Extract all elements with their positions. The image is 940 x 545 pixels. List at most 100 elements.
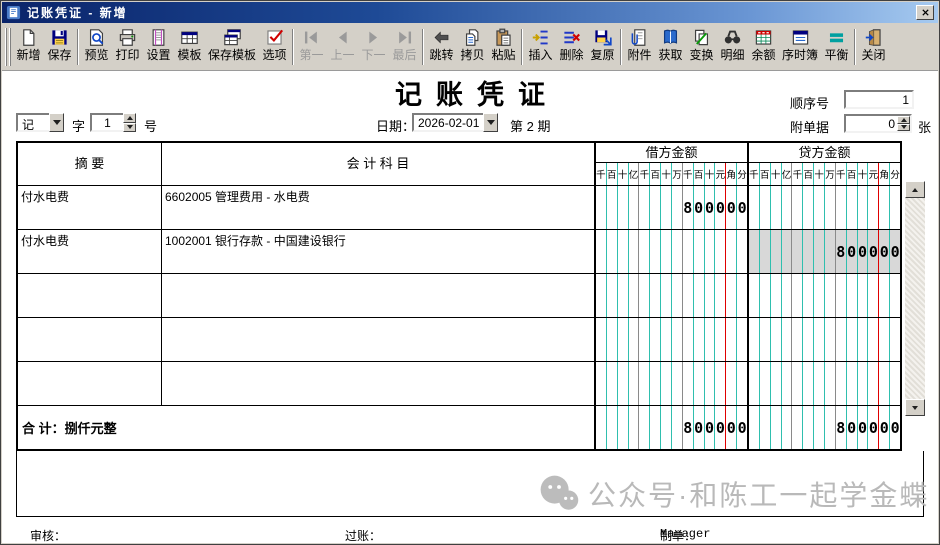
vertical-scrollbar[interactable] xyxy=(905,181,925,416)
digit-cell xyxy=(618,186,629,229)
spin-up-button[interactable] xyxy=(123,113,136,123)
account-cell[interactable]: 1002001 银行存款 - 中国建设银行 xyxy=(162,230,596,273)
summary-cell[interactable] xyxy=(18,362,162,405)
close-button[interactable] xyxy=(916,5,934,20)
digit-cell xyxy=(749,274,760,317)
toolbar-button-label: 粘贴 xyxy=(492,48,516,62)
amount-grid xyxy=(749,318,900,361)
toolbar-button-balance-check[interactable]: 平衡 xyxy=(821,25,852,69)
digit-cell xyxy=(858,362,869,405)
account-cell[interactable]: 6602005 管理费用 - 水电费 xyxy=(162,186,596,229)
digit-cell xyxy=(737,318,747,361)
credit-amount-cell[interactable] xyxy=(749,274,900,317)
digit-cell xyxy=(879,318,890,361)
toolbar-button-transform[interactable]: 变换 xyxy=(686,25,717,69)
toolbar-button-paste[interactable]: 粘贴 xyxy=(488,25,519,69)
toolbar-button-save[interactable]: 保存 xyxy=(44,25,75,69)
credit-amount-cell[interactable] xyxy=(749,318,900,361)
voucher-row xyxy=(18,273,900,317)
digit-cell xyxy=(650,362,661,405)
spin-down-button[interactable] xyxy=(123,123,136,133)
credit-amount-cell[interactable] xyxy=(749,362,900,405)
digit-column-label: 百 xyxy=(607,163,618,185)
toolbar-button-save-template[interactable]: 保存模板 xyxy=(205,25,259,69)
digit-cell xyxy=(726,274,737,317)
dropdown-button[interactable] xyxy=(49,113,64,132)
toolbar-button-preview[interactable]: 预览 xyxy=(81,25,112,69)
wechat-icon xyxy=(538,473,580,515)
digit-cell xyxy=(760,230,771,273)
debit-amount-cell[interactable] xyxy=(596,362,749,405)
attach-input[interactable]: 0 xyxy=(844,114,912,133)
digit-cell xyxy=(639,406,650,449)
debit-amount-cell[interactable]: 800000 xyxy=(596,186,749,229)
down-arrow-icon xyxy=(901,125,907,129)
voucher-number-input[interactable]: 1 xyxy=(90,113,136,132)
toolbar-button-template[interactable]: 模板 xyxy=(174,25,205,69)
debit-amount-cell[interactable] xyxy=(596,230,749,273)
voucher-number-value: 1 xyxy=(90,113,123,132)
chevron-down-icon xyxy=(487,120,495,125)
summary-cell[interactable]: 付水电费 xyxy=(18,230,162,273)
toolbar-button-label: 上一 xyxy=(331,48,355,62)
toolbar-button-journal[interactable]: 序时簿 xyxy=(779,25,821,69)
account-cell[interactable] xyxy=(162,362,596,405)
up-arrow-icon xyxy=(901,118,907,122)
toolbar-button-page-setup[interactable]: 设置 xyxy=(143,25,174,69)
digit-cell xyxy=(705,274,716,317)
toolbar-button-print[interactable]: 打印 xyxy=(112,25,143,69)
account-cell[interactable] xyxy=(162,318,596,361)
digit-cell: 0 xyxy=(858,230,869,273)
serial-input[interactable]: 1 xyxy=(844,90,914,109)
digit-cell xyxy=(803,186,814,229)
digit-cell: 0 xyxy=(715,186,726,229)
debit-amount-cell[interactable] xyxy=(596,274,749,317)
date-select[interactable]: 2026-02-01 xyxy=(412,113,498,132)
toolbar-button-insert[interactable]: 插入 xyxy=(525,25,556,69)
summary-cell[interactable] xyxy=(18,274,162,317)
title-bar[interactable]: 记账凭证 - 新增 xyxy=(2,2,938,23)
toolbar-button-jump[interactable]: 跳转 xyxy=(426,25,457,69)
digit-cell xyxy=(694,274,705,317)
toolbar-button-delete[interactable]: 删除 xyxy=(556,25,587,69)
scroll-up-button[interactable] xyxy=(905,181,925,198)
toolbar-button-attachment[interactable]: 附件 xyxy=(624,25,655,69)
digit-cell xyxy=(672,318,683,361)
toolbar-button-detail[interactable]: 明细 xyxy=(717,25,748,69)
debit-header: 借方金额 千百十亿千百十万千百十元角分 xyxy=(596,143,749,185)
toolbar-button-copy[interactable]: 拷贝 xyxy=(457,25,488,69)
toolbar-gripper[interactable] xyxy=(5,28,12,66)
toolbar-button-options[interactable]: 选项 xyxy=(259,25,290,69)
close-icon xyxy=(921,8,930,17)
toolbar-button-close[interactable]: 关闭 xyxy=(858,25,889,69)
dropdown-button[interactable] xyxy=(483,113,498,132)
summary-cell[interactable]: 付水电费 xyxy=(18,186,162,229)
digit-cell xyxy=(618,406,629,449)
toolbar-button-last: 最后 xyxy=(389,25,420,69)
debit-amount-cell[interactable] xyxy=(596,318,749,361)
toolbar-button-first: 第一 xyxy=(296,25,327,69)
toolbar-button-balance[interactable]: 余额 xyxy=(748,25,779,69)
digit-column-label: 十 xyxy=(705,163,716,185)
voucher-row xyxy=(18,317,900,361)
preparer-name: Manager xyxy=(660,527,710,541)
toolbar-button-get[interactable]: 获取 xyxy=(655,25,686,69)
digit-cell xyxy=(771,406,782,449)
account-cell[interactable] xyxy=(162,274,596,317)
toolbar-button-new-doc[interactable]: 新增 xyxy=(13,25,44,69)
credit-amount-cell[interactable]: 800000 xyxy=(749,230,900,273)
scroll-down-button[interactable] xyxy=(905,399,925,416)
summary-header: 摘 要 xyxy=(18,143,162,185)
spin-up-button[interactable] xyxy=(897,116,910,124)
voucher-row: 付水电费6602005 管理费用 - 水电费800000 xyxy=(18,185,900,229)
digit-cell xyxy=(661,318,672,361)
scrollbar-track[interactable] xyxy=(905,198,925,399)
voucher-word-select[interactable]: 记 xyxy=(16,113,64,132)
toolbar-button-restore[interactable]: 复原 xyxy=(587,25,618,69)
digit-cell xyxy=(814,186,825,229)
spin-down-button[interactable] xyxy=(897,124,910,132)
digit-cell xyxy=(726,230,737,273)
summary-cell[interactable] xyxy=(18,318,162,361)
credit-amount-cell[interactable] xyxy=(749,186,900,229)
debit-digit-header: 千百十亿千百十万千百十元角分 xyxy=(596,163,747,185)
